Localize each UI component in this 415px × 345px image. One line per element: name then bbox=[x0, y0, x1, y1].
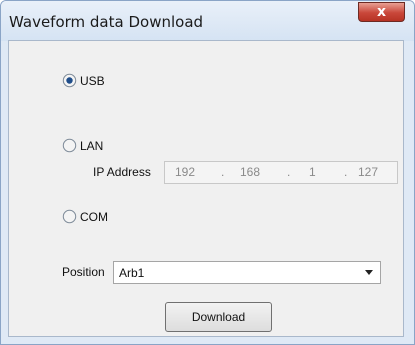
ip-address-label: IP Address bbox=[93, 165, 151, 179]
ip-separator: . bbox=[221, 165, 225, 179]
com-label: COM bbox=[80, 210, 108, 224]
window-title: Waveform data Download bbox=[9, 13, 204, 31]
usb-radio[interactable] bbox=[62, 73, 77, 88]
chevron-down-icon[interactable] bbox=[365, 270, 373, 275]
position-select[interactable]: Arb1 bbox=[113, 261, 381, 284]
ip-separator: . bbox=[344, 165, 348, 179]
com-radio[interactable] bbox=[62, 209, 77, 224]
ip-separator: . bbox=[287, 165, 291, 179]
ip-octet-1[interactable]: 192 bbox=[175, 165, 195, 179]
position-value: Arb1 bbox=[119, 266, 145, 280]
download-button[interactable]: Download bbox=[165, 302, 272, 332]
close-icon: x bbox=[376, 4, 387, 20]
lan-radio[interactable] bbox=[62, 138, 77, 153]
position-label: Position bbox=[62, 265, 105, 279]
lan-label: LAN bbox=[80, 139, 104, 153]
ip-octet-3[interactable]: 1 bbox=[309, 165, 316, 179]
usb-label: USB bbox=[80, 74, 105, 88]
title-bar: Waveform data Download x bbox=[1, 1, 414, 41]
ip-octet-2[interactable]: 168 bbox=[240, 165, 260, 179]
ip-octet-4[interactable]: 127 bbox=[358, 165, 378, 179]
close-button[interactable]: x bbox=[358, 2, 405, 22]
